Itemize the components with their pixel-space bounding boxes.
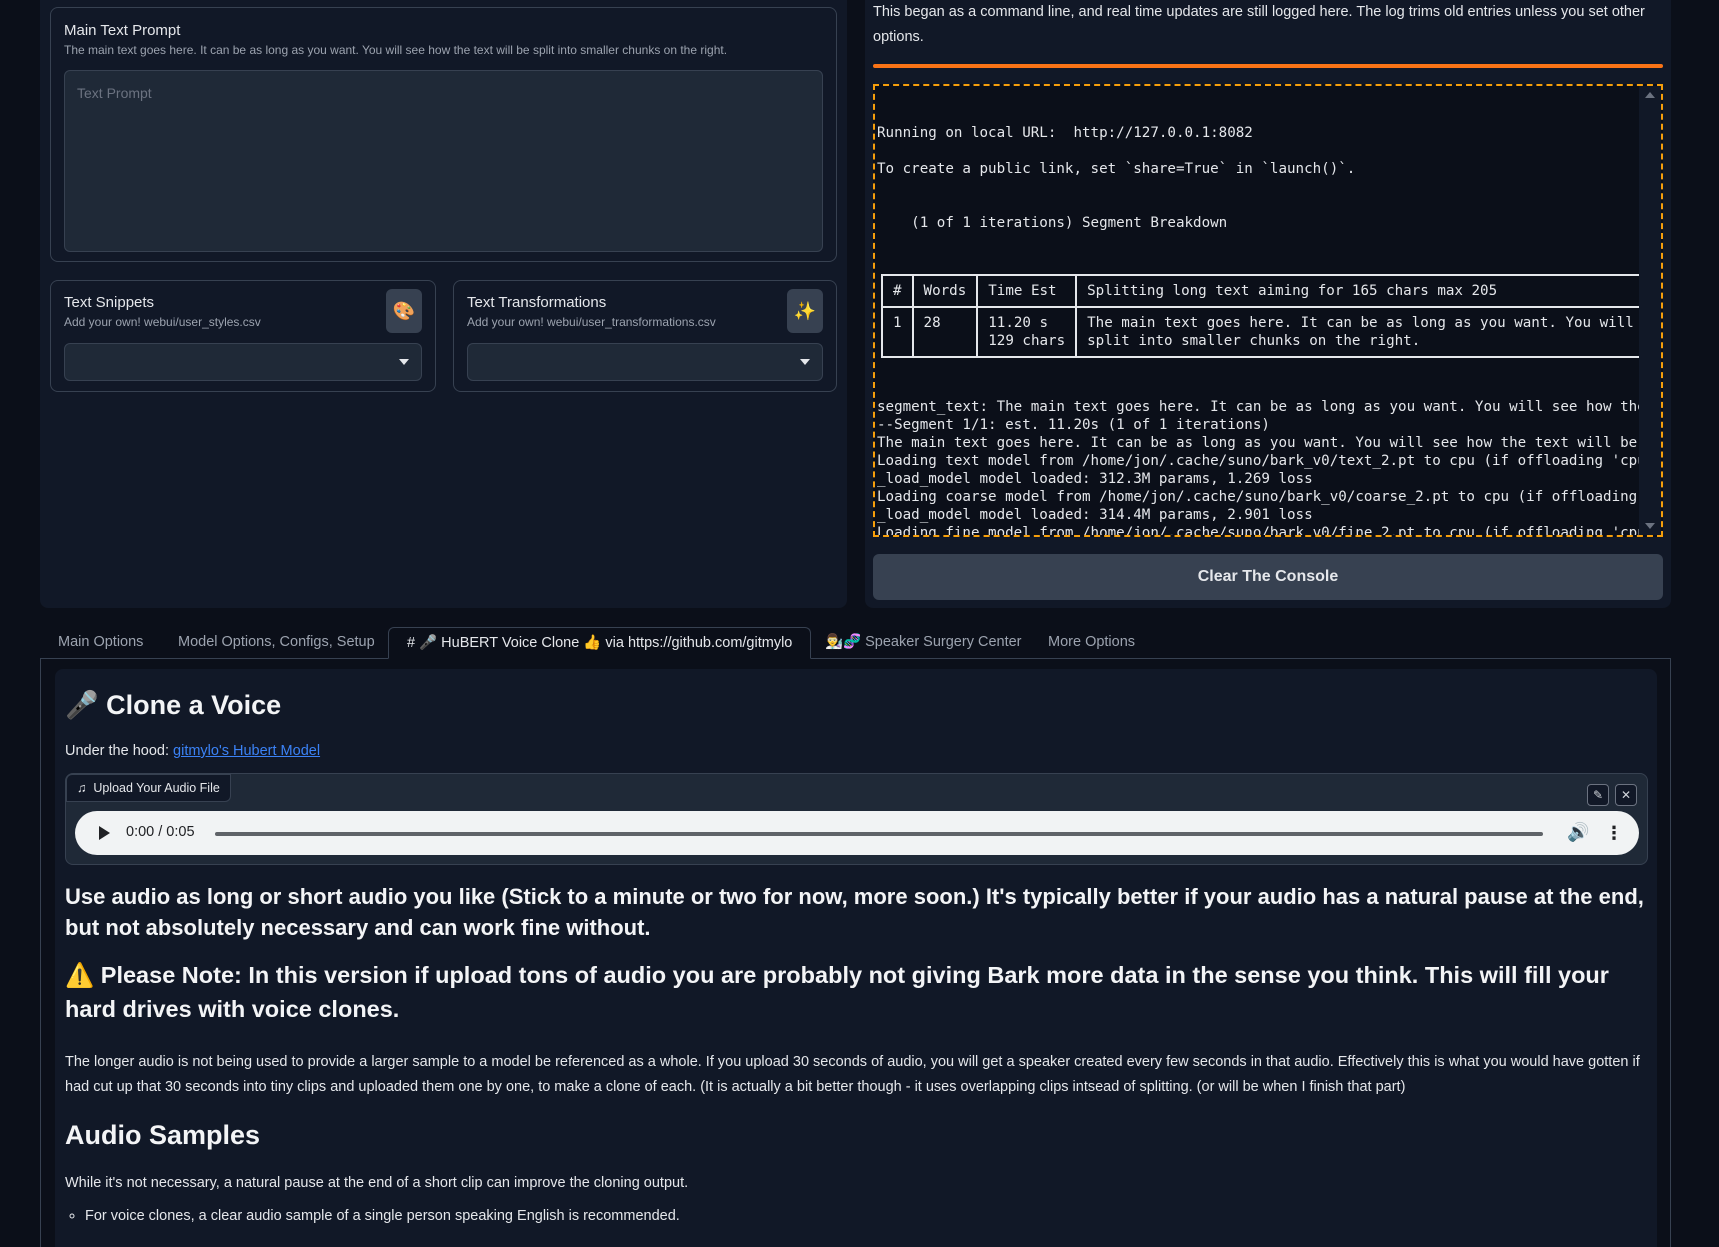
table-header-cell: Splitting long text aiming for 165 chars… [1075,274,1643,308]
right-panel: This began as a command line, and real t… [865,0,1671,608]
list-item: For voice clones, a clear audio sample o… [85,1208,680,1224]
console-description: This began as a command line, and real t… [873,4,1645,45]
table-cell: 1 [881,306,914,358]
text-prompt-input[interactable]: Text Prompt [64,70,823,252]
console-line: segment_text: The main text goes here. I… [877,399,1643,415]
tab-model-options[interactable]: Model Options, Configs, Setup [160,627,393,659]
table-header-cell: Time Est [976,274,1078,308]
segment-table: # Words Time Est Splitting long text aim… [881,274,1643,358]
table-row: 1 28 11.20 s 129 chars The main text goe… [881,306,1643,358]
table-cell: 11.20 s 129 chars [976,306,1078,358]
console-line: The main text goes here. It can be as lo… [877,435,1638,451]
console-line: Running on local URL: http://127.0.0.1:8… [877,125,1253,141]
more-options-icon[interactable]: ⋮ [1605,823,1623,844]
table-header-cell: # [881,274,914,308]
audio-label: ♫ Upload Your Audio File [66,774,231,802]
console-line: (1 of 1 iterations) Segment Breakdown [877,215,1228,231]
chevron-down-icon [800,359,810,365]
transformations-label: Text Transformations [467,294,607,311]
clear-audio-button[interactable]: ✕ [1615,784,1637,806]
audio-label-text: Upload Your Audio File [93,781,220,795]
console-line: To create a public link, set `share=True… [877,161,1356,177]
tab-content: 🎤 Clone a Voice Under the hood: gitmylo'… [40,659,1671,1247]
table-header-cell: Words [911,274,979,308]
console-line: Loading coarse model from /home/jon/.cac… [877,489,1638,505]
console-line: Loading fine model from /home/jon/.cache… [877,525,1643,537]
palette-icon: 🎨 [392,300,416,321]
under-the-hood: Under the hood: gitmylo's Hubert Model [65,743,320,759]
edit-audio-button[interactable]: ✎ [1587,784,1609,806]
hood-prefix: Under the hood: [65,743,174,759]
audio-time: 0:00 / 0:05 [126,824,195,840]
table-cell: The main text goes here. It can be as lo… [1075,306,1643,358]
transformations-dropdown[interactable] [467,343,823,381]
console-line: _load_model model loaded: 312.3M params,… [877,471,1313,487]
hubert-model-link[interactable]: gitmylo's Hubert Model [173,743,320,759]
console-log[interactable]: Running on local URL: http://127.0.0.1:8… [873,84,1663,537]
main-prompt-label: Main Text Prompt [64,22,181,39]
play-icon[interactable] [99,826,110,840]
snippets-info: Add your own! webui/user_styles.csv [64,315,261,329]
console-text: Running on local URL: http://127.0.0.1:8… [877,88,1643,537]
text-transformations-block: Text Transformations Add your own! webui… [453,280,837,392]
snippets-apply-button[interactable]: 🎨 [386,289,422,333]
scroll-up-icon[interactable] [1645,92,1655,98]
console-line: _load_model model loaded: 314.4M params,… [877,507,1313,523]
tab-bar: Main Options Model Options, Configs, Set… [40,627,1671,659]
clone-voice-card: 🎤 Clone a Voice Under the hood: gitmylo'… [55,669,1657,1247]
main-prompt-info: The main text goes here. It can be as lo… [64,43,728,57]
close-icon: ✕ [1620,788,1632,802]
main-text-prompt-block: Main Text Prompt The main text goes here… [50,7,837,262]
console-line: Loading text model from /home/jon/.cache… [877,453,1643,469]
left-panel: Main Text Prompt The main text goes here… [40,0,847,608]
audio-player: 0:00 / 0:05 🔊 ⋮ [75,811,1639,855]
clear-console-button[interactable]: Clear The Console [873,554,1663,600]
audio-samples-heading: Audio Samples [65,1120,261,1150]
table-header-row: # Words Time Est Splitting long text aim… [881,274,1643,308]
samples-text: While it's not necessary, a natural paus… [65,1175,689,1191]
console-divider [873,64,1663,68]
music-note-icon: ♫ [77,781,87,795]
audio-upload-block: ♫ Upload Your Audio File ✎ ✕ 0:00 / 0:05… [65,773,1648,865]
snippets-dropdown[interactable] [64,343,422,381]
tab-main-options[interactable]: Main Options [40,627,161,659]
tab-speaker-surgery[interactable]: 👨‍🔬🧬 Speaker Surgery Center [807,627,1040,659]
warning-note: ⚠️ Please Note: In this version if uploa… [65,962,1609,1022]
tab-more-options[interactable]: More Options [1030,627,1153,659]
chevron-down-icon [399,359,409,365]
snippets-label: Text Snippets [64,294,155,311]
transformations-info: Add your own! webui/user_transformations… [467,315,716,329]
volume-icon[interactable]: 🔊 [1567,822,1589,843]
sparkles-icon: ✨ [793,300,817,321]
transformations-apply-button[interactable]: ✨ [787,289,823,333]
console-lines-top: Running on local URL: http://127.0.0.1:8… [877,124,1643,232]
audio-seek-bar[interactable] [215,832,1543,836]
console-scrollbar[interactable] [1639,86,1661,535]
table-cell: 28 [911,306,979,358]
console-lines-bottom: segment_text: The main text goes here. I… [877,398,1643,537]
tab-hubert-voice-clone[interactable]: # 🎤 HuBERT Voice Clone 👍 via https://git… [388,627,812,659]
audio-length-note: Use audio as long or short audio you lik… [65,884,1644,940]
longer-audio-explanation: The longer audio is not being used to pr… [65,1054,1640,1095]
pencil-icon: ✎ [1592,788,1604,802]
samples-list: For voice clones, a clear audio sample o… [85,1208,680,1224]
console-line: --Segment 1/1: est. 11.20s (1 of 1 itera… [877,417,1270,433]
text-snippets-block: Text Snippets Add your own! webui/user_s… [50,280,436,392]
page-title: 🎤 Clone a Voice [65,690,282,720]
scroll-down-icon[interactable] [1645,523,1655,529]
